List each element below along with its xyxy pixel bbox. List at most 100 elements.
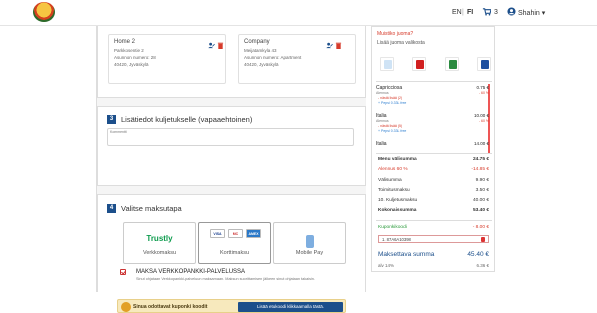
order-sidebar: Muistiko juoma? Lisää juoma valikosta Ca… [371, 26, 495, 272]
lang-separator: | [462, 9, 464, 16]
address-apartment: Asunnon numero: 28 [114, 55, 156, 60]
bank-payment-description: Sinut ohjataan Verkkopankki-palveluun ma… [136, 277, 315, 281]
address-street: Parkkosentie 2 [114, 48, 144, 53]
total-row: Maksettava summa 45.40 € [378, 251, 489, 258]
summary-value: 9.90 € [475, 178, 489, 183]
order-item-sub: Alennus [376, 119, 389, 123]
amex-icon: AMEX [246, 229, 261, 238]
summary-row: Alennus 60 % -14.85 € [378, 167, 489, 172]
step-title: Valitse maksutapa [121, 204, 182, 213]
top-bar: EN | FI 3 Shahin ▾ [0, 0, 597, 26]
summary-label: Menu välisumma [378, 157, 417, 162]
address-apartment: Asunnon numero: Apartment [244, 55, 302, 60]
applied-coupon-code: 1. 87A6A10398 [378, 235, 489, 243]
lang-en-link[interactable]: EN [452, 9, 462, 16]
step-title: Lisätiedot kuljetukselle (vapaaehtoinen) [121, 115, 253, 124]
order-item-discount-pct: - 60 % [478, 119, 489, 123]
order-item-extra: + Pepsi 0.33L free [378, 129, 407, 133]
cart-count[interactable]: 3 [494, 9, 498, 16]
cart-icon[interactable] [482, 7, 491, 16]
summary-value: 24.75 € [472, 157, 489, 162]
remove-coupon-icon[interactable] [481, 237, 485, 242]
summary-row: Toimitusmaksu 3.50 € [378, 188, 489, 193]
step-number: 3 [107, 115, 116, 124]
order-item: Italia 14.00 € [376, 141, 489, 151]
summary-label: 10. Kuljetusmaksu [378, 198, 418, 203]
payment-label: Verkkomaksu [142, 250, 176, 256]
divider [376, 81, 492, 82]
delete-trash-icon[interactable] [217, 42, 224, 49]
user-menu[interactable]: Shahin ▾ [518, 9, 545, 17]
summary-row: Menu välisumma 24.75 € [378, 157, 489, 162]
section-divider [97, 98, 366, 106]
order-item-discount: - nästä lisää (5) [378, 124, 403, 128]
summary-value: -14.85 € [471, 167, 489, 172]
address-card-home[interactable]: Home 2 Parkkosentie 2 Asunnon numero: 28… [108, 34, 226, 84]
summary-row: Välisumma 9.90 € [378, 178, 489, 183]
drink-reminder-subtitle: Lisää juoma valikosta [377, 40, 425, 46]
payment-option-card[interactable]: VISA MC AMEX Korttimaksu [198, 222, 271, 264]
comment-textarea[interactable]: Kommentti [107, 128, 354, 146]
summary-label: Kokonaissumma [378, 208, 417, 213]
delete-trash-icon[interactable] [335, 42, 342, 49]
order-item-discount: - nästä lisää (2) [378, 96, 403, 100]
coupon-banner: Sinua odottavat kuponki koodit Lisää etu… [117, 299, 346, 313]
total-value: 45.40 € [467, 251, 489, 258]
sprite-icon[interactable] [445, 57, 459, 71]
add-coupon-button[interactable]: Lisää etukoodi klikkaamalla tästä. [238, 302, 343, 312]
trustly-logo: Trustly [146, 234, 173, 243]
summary-value: 3.50 € [475, 188, 489, 193]
mastercard-icon: MC [228, 229, 243, 238]
divider [376, 220, 492, 221]
drink-reminder-title: Muistiko juoma? [377, 31, 414, 37]
summary-label: Välisumma [378, 178, 402, 183]
bank-payment-title: MAKSA VERKKOPANKKI-PALVELUSSA [136, 269, 246, 275]
order-item: Italia 10.00 € Alennus - nästä lisää (5)… [376, 113, 489, 139]
step-number: 4 [107, 204, 116, 213]
summary-label: Alennus 60 % [378, 167, 408, 172]
vat-row: alv 14% 6.36 € [378, 263, 489, 268]
order-item-price: 14.00 € [473, 141, 489, 146]
vat-value: 6.36 € [476, 263, 489, 268]
order-item-extra: + Pepsi 0.33L free [378, 101, 407, 105]
payment-label: Korttimaksu [219, 250, 250, 256]
summary-row: 10. Kuljetusmaksu 40.00 € [378, 198, 489, 203]
user-avatar-icon[interactable] [507, 7, 516, 16]
summary-label: Toimitusmaksu [378, 188, 410, 193]
vat-label: alv 14% [378, 263, 395, 268]
order-item: Capricciosa 0.75 € Alennus - nästä lisää… [376, 85, 489, 111]
payment-option-online[interactable]: Trustly Verkkomaksu [123, 222, 196, 264]
payment-label: Mobile Pay [295, 250, 324, 256]
water-icon[interactable] [380, 57, 394, 71]
order-item-price: 10.00 € [473, 113, 489, 118]
card-brands: VISA MC AMEX [208, 229, 264, 239]
payment-option-mobilepay[interactable]: Mobile Pay [273, 222, 346, 264]
coupon-code-text: 1. 87A6A10398 [382, 237, 411, 242]
restaurant-logo[interactable] [33, 2, 55, 22]
order-item-discount-pct: - 60 % [478, 91, 489, 95]
coupon-mascot-icon [121, 302, 131, 312]
coupon-row: Kuponkikoodi - 8.00 € [378, 225, 489, 230]
mobile-phone-icon [306, 235, 314, 248]
order-item-sub: Alennus [376, 91, 389, 95]
address-name: Home 2 [114, 39, 136, 45]
address-city: 40420, Jyväskylä [244, 62, 279, 67]
comment-label: Kommentti [110, 130, 127, 134]
lang-fi-link[interactable]: FI [467, 9, 473, 16]
divider [376, 153, 492, 154]
bank-payment-checkbox[interactable] [120, 269, 126, 275]
coupon-banner-text: Sinua odottavat kuponki koodit [133, 304, 208, 310]
edit-user-icon[interactable] [326, 42, 333, 49]
address-panel: Home 2 Parkkosentie 2 Asunnon numero: 28… [97, 26, 366, 98]
coupon-label: Kuponkikoodi [378, 225, 407, 230]
summary-value: 53.40 € [472, 208, 489, 213]
address-card-company[interactable]: Company Meijatamkyla 43 Asunnon numero: … [238, 34, 356, 84]
checkout-main: Home 2 Parkkosentie 2 Asunnon numero: 28… [96, 26, 366, 313]
address-city: 40420, Jyväskylä [114, 62, 149, 67]
summary-row: Kokonaissumma 53.40 € [378, 208, 489, 213]
cola-icon[interactable] [412, 57, 426, 71]
section-divider [97, 186, 366, 194]
edit-user-icon[interactable] [208, 42, 215, 49]
summary-value: 40.00 € [472, 198, 489, 203]
pepsi-icon[interactable] [477, 57, 491, 71]
